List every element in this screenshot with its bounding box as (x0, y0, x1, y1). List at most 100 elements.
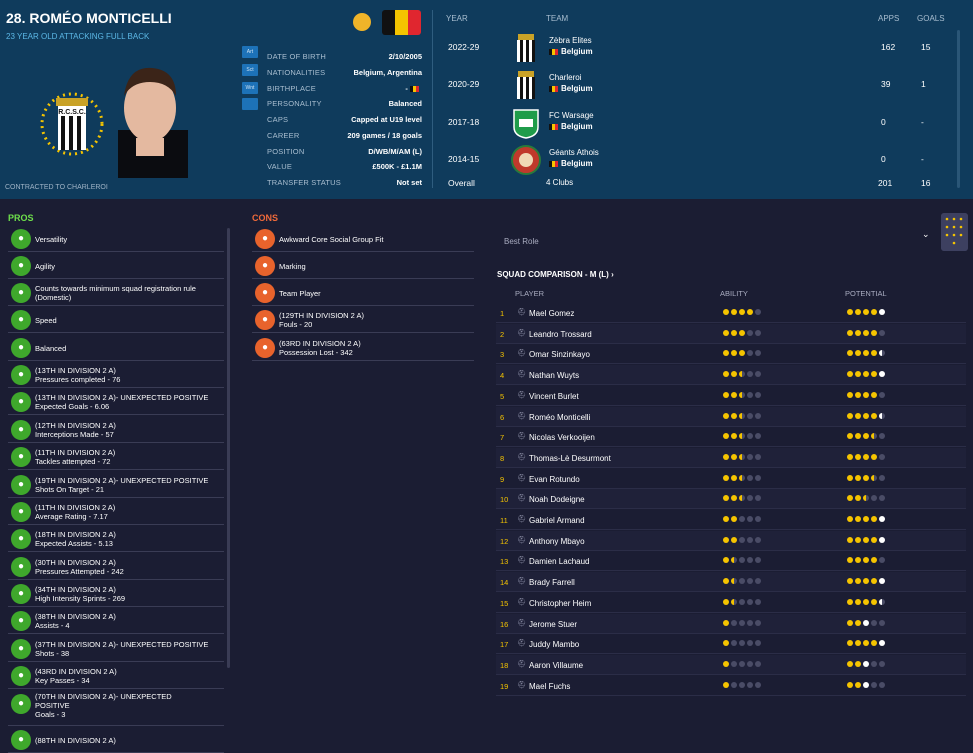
squad-row[interactable]: 17 ⛑ Juddy Mambo (496, 634, 966, 655)
player-name[interactable]: Mael Fuchs (529, 682, 570, 691)
squad-row[interactable]: 1 ⛑ Mael Gomez (496, 303, 966, 323)
squad-row[interactable]: 14 ⛑ Brady Farrell (496, 572, 966, 593)
player-name[interactable]: Jerome Stuer (529, 620, 577, 629)
squad-row[interactable]: 3 ⛑ Omar Sinzinkayo (496, 344, 966, 365)
star-icon (739, 309, 745, 315)
cons-item[interactable]: ● (63RD IN DIVISION 2 A) Possession Lost -… (252, 335, 474, 361)
pros-item[interactable]: ● Balanced (8, 335, 224, 361)
player-name[interactable]: Nathan Wuyts (529, 371, 579, 380)
player-name[interactable]: Anthony Mbayo (529, 537, 585, 546)
pros-item[interactable]: ● Counts towards minimum squad registrati… (8, 280, 224, 306)
best-role-select[interactable]: Best Role (504, 237, 539, 246)
col-player[interactable]: PLAYER (515, 289, 544, 298)
player-name[interactable]: Evan Rotundo (529, 475, 580, 484)
star-icon (871, 640, 877, 647)
squad-row[interactable]: 8 ⛑ Thomas-Lè Desurmont (496, 447, 966, 468)
pros-item[interactable]: ● (12TH IN DIVISION 2 A) Interceptions Mad… (8, 417, 224, 443)
pros-item-text: Interceptions Made - 57 (35, 430, 114, 439)
player-name[interactable]: Omar Sinzinkayo (529, 350, 590, 359)
pros-item[interactable]: ● (11TH IN DIVISION 2 A) Average Rating - … (8, 499, 224, 525)
star-icon (755, 598, 761, 605)
star-icon (855, 329, 861, 336)
squad-comparison-title[interactable]: SQUAD COMPARISON - M (L) › (497, 270, 614, 279)
player-name[interactable]: Christopher Heim (529, 599, 591, 608)
squad-row[interactable]: 11 ⛑ Gabriel Armand (496, 510, 966, 530)
squad-row[interactable]: 12 ⛑ Anthony Mbayo (496, 530, 966, 551)
squad-row[interactable]: 4 ⛑ Nathan Wuyts (496, 365, 966, 386)
pros-item[interactable]: ● Speed (8, 307, 224, 333)
cons-item[interactable]: ● Awkward Core Social Group Fit (252, 226, 474, 252)
charleroi-badge-icon (517, 71, 535, 99)
player-icon: ⛑ (517, 371, 526, 379)
career-row[interactable]: 2020-29 Charleroi Belgium 39 1 (445, 67, 945, 104)
cons-item[interactable]: ● Team Player (252, 280, 474, 306)
star-icon (747, 350, 753, 357)
pros-attribute-icon: ● (11, 584, 31, 604)
role-pill[interactable]: Wnt (242, 82, 258, 94)
star-icon (863, 453, 869, 460)
col-potential[interactable]: POTENTIAL (845, 289, 887, 298)
pros-item[interactable]: ● (30TH IN DIVISION 2 A) Pressures Attempt… (8, 554, 224, 580)
player-name[interactable]: Noah Dodeigne (529, 495, 585, 504)
player-name[interactable]: Roméo Monticelli (529, 413, 590, 422)
pros-item[interactable]: ● (19TH IN DIVISION 2 A)- UNEXPECTED POSI… (8, 472, 224, 498)
pros-item[interactable]: ● Versatility (8, 226, 224, 252)
star-icon (855, 619, 861, 626)
rank-number: 7 (500, 433, 505, 443)
pros-item[interactable]: ● (34TH IN DIVISION 2 A) High Intensity Sp… (8, 581, 224, 607)
squad-row[interactable]: 2 ⛑ Leandro Trossard (496, 323, 966, 344)
player-name[interactable]: Aaron Villaume (529, 661, 583, 670)
player-name[interactable]: Nicolas Verkooijen (529, 433, 595, 442)
scrollbar[interactable] (957, 30, 960, 188)
player-name[interactable]: Vincent Burlet (529, 392, 579, 401)
star-icon (863, 660, 869, 667)
squad-row[interactable]: 9 ⛑ Evan Rotundo (496, 469, 966, 489)
player-name[interactable]: Leandro Trossard (529, 330, 592, 339)
pros-item[interactable]: ● (70TH IN DIVISION 2 A)- UNEXPECTED POSIT… (8, 691, 224, 726)
cons-item[interactable]: ● (129TH IN DIVISION 2 A) Fouls - 20 (252, 307, 474, 333)
menu-icon[interactable] (353, 13, 371, 31)
pros-item[interactable]: ● (43RD IN DIVISION 2 A) Key Passes - 34 (8, 663, 224, 689)
player-name[interactable]: Juddy Mambo (529, 640, 579, 649)
star-icon (739, 433, 745, 440)
player-name[interactable]: Gabriel Armand (529, 516, 585, 525)
star-rating (847, 660, 885, 668)
squad-row[interactable]: 7 ⛑ Nicolas Verkooijen (496, 427, 966, 448)
role-pill[interactable]: Art (242, 46, 258, 58)
star-icon (855, 598, 861, 605)
pros-item[interactable]: ● (38TH IN DIVISION 2 A) Assists - 4 (8, 608, 224, 634)
player-name[interactable]: Mael Gomez (529, 309, 574, 318)
role-pill[interactable] (242, 98, 258, 110)
formation-icon[interactable] (941, 213, 968, 251)
squad-row[interactable]: 19 ⛑ Mael Fuchs (496, 676, 966, 696)
squad-row[interactable]: 10 ⛑ Noah Dodeigne (496, 489, 966, 510)
squad-row[interactable]: 15 ⛑ Christopher Heim (496, 593, 966, 613)
squad-row[interactable]: 13 ⛑ Damien Lachaud (496, 551, 966, 572)
pros-item[interactable]: ● (18TH IN DIVISION 2 A) Expected Assists … (8, 526, 224, 552)
star-rating (847, 619, 885, 627)
career-row[interactable]: 2017-18 FC Warsage Belgium 0 - (445, 105, 945, 142)
squad-row[interactable]: 6 ⛑ Roméo Monticelli (496, 406, 966, 427)
player-icon: ⛑ (517, 391, 526, 399)
cons-item[interactable]: ● Marking (252, 253, 474, 279)
pros-item[interactable]: ● (11TH IN DIVISION 2 A) Tackles attempted… (8, 444, 224, 470)
squad-row[interactable]: 18 ⛑ Aaron Villaume (496, 654, 966, 675)
chevron-down-icon[interactable]: ⌄ (922, 229, 930, 240)
player-name[interactable]: Brady Farrell (529, 578, 575, 587)
squad-row[interactable]: 16 ⛑ Jerome Stuer (496, 613, 966, 634)
scrollbar[interactable] (227, 228, 230, 668)
role-pill[interactable]: Sct (242, 64, 258, 76)
pros-item[interactable]: ● (13TH IN DIVISION 2 A) Pressures complet… (8, 362, 224, 388)
cons-attribute-icon: ● (255, 283, 275, 303)
star-rating (723, 391, 761, 399)
pros-attribute-icon: ● (11, 392, 31, 412)
pros-item[interactable]: ● (37TH IN DIVISION 2 A)- UNEXPECTED POSI… (8, 636, 224, 662)
pros-item[interactable]: ● (88TH IN DIVISION 2 A) (8, 727, 224, 753)
player-name[interactable]: Thomas-Lè Desurmont (529, 454, 611, 463)
pros-item[interactable]: ● (13TH IN DIVISION 2 A)- UNEXPECTED POSI… (8, 389, 224, 415)
col-ability[interactable]: ABILITY (720, 289, 748, 298)
squad-row[interactable]: 5 ⛑ Vincent Burlet (496, 386, 966, 406)
pros-item[interactable]: ● Agility (8, 253, 224, 279)
player-name[interactable]: Damien Lachaud (529, 557, 589, 566)
career-row[interactable]: 2022-29 Zèbra Elites Belgium 162 15 (445, 30, 945, 67)
